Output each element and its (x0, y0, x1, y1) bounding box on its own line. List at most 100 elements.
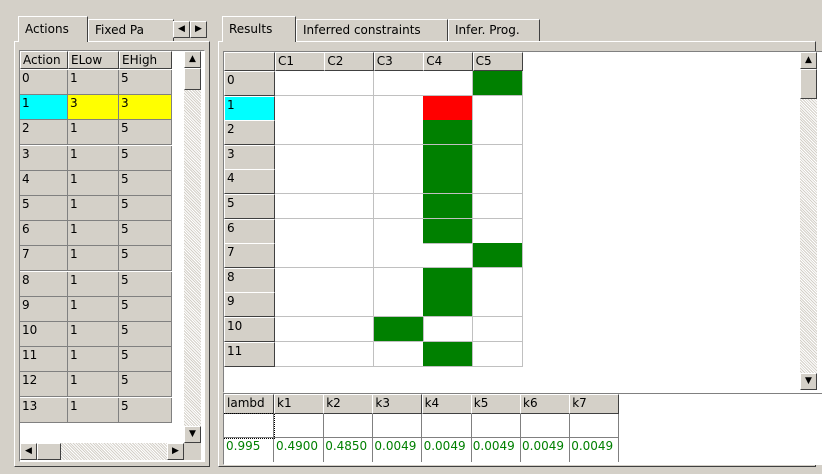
actions-row-5-cell-1[interactable]: 1 (68, 196, 119, 221)
results-cell-r6-c2[interactable] (324, 218, 375, 244)
results-cell-r11-c2[interactable] (324, 341, 375, 367)
results-scroll-thumb[interactable] (800, 69, 817, 99)
results-cell-r8-c1[interactable] (275, 267, 325, 293)
results-cell-r1-c1[interactable] (275, 95, 325, 121)
column-header-elow[interactable]: ELow (68, 51, 119, 69)
param-input-k4[interactable] (421, 414, 472, 438)
tab-scroll-right-button[interactable]: ▶ (190, 21, 207, 38)
param-input-lambd[interactable] (224, 413, 275, 439)
actions-row-13-cell-0[interactable]: 13 (20, 397, 68, 423)
results-row-header-6[interactable]: 6 (224, 218, 275, 244)
actions-row-13-cell-2[interactable]: 5 (119, 397, 172, 423)
results-mark-r0-c5-green[interactable] (472, 71, 523, 96)
results-cell-r5-c1[interactable] (275, 194, 325, 219)
results-cell-r9-c2[interactable] (324, 292, 375, 318)
results-cell-r2-c1[interactable] (275, 120, 325, 146)
actions-row-2-cell-0[interactable]: 2 (20, 120, 68, 146)
actions-row-6-cell-2[interactable]: 5 (119, 221, 172, 247)
results-row-header-11[interactable]: 11 (224, 341, 275, 367)
actions-scroll-thumb[interactable] (184, 68, 201, 90)
actions-row-0-cell-2[interactable]: 5 (119, 70, 172, 95)
param-header-k2[interactable]: k2 (323, 394, 374, 414)
results-cell-r6-c1[interactable] (275, 218, 325, 244)
actions-row-1-cell-2[interactable]: 3 (119, 95, 172, 121)
actions-row-9-cell-2[interactable]: 5 (119, 296, 172, 322)
param-input-k7[interactable] (569, 414, 620, 438)
results-cell-r9-c1[interactable] (275, 292, 325, 318)
actions-row-11-cell-1[interactable]: 1 (68, 347, 119, 373)
actions-row-9-cell-0[interactable]: 9 (20, 296, 68, 322)
tab-fixed-parameters[interactable]: Fixed Pa (88, 19, 174, 41)
param-header-k7[interactable]: k7 (569, 394, 620, 414)
actions-row-10-cell-2[interactable]: 5 (119, 322, 172, 347)
actions-row-8-cell-0[interactable]: 8 (20, 271, 68, 297)
results-cell-r2-c2[interactable] (324, 120, 375, 146)
results-row-header-5[interactable]: 5 (224, 194, 275, 219)
actions-row-1-cell-1[interactable]: 3 (68, 95, 119, 121)
results-mark-r5-c4-green[interactable] (423, 194, 474, 219)
results-cell-r9-c5[interactable] (472, 292, 523, 318)
results-mark-r8-c4-green[interactable] (423, 267, 474, 293)
results-mark-r7-c5-green[interactable] (472, 243, 523, 269)
results-mark-r10-c3-green[interactable] (373, 317, 424, 342)
actions-row-10-cell-1[interactable]: 1 (68, 322, 119, 347)
results-mark-r1-c4-red[interactable] (423, 95, 474, 121)
results-cell-r0-c4[interactable] (423, 71, 474, 96)
column-header-c3[interactable]: C3 (373, 52, 424, 71)
actions-row-4-cell-2[interactable]: 5 (119, 170, 172, 196)
results-row-header-1[interactable]: 1 (224, 95, 275, 121)
actions-row-10-cell-0[interactable]: 10 (20, 322, 68, 347)
actions-scroll-left-button[interactable]: ◀ (20, 443, 37, 460)
results-cell-r11-c1[interactable] (275, 341, 325, 367)
results-row-header-7[interactable]: 7 (224, 243, 275, 269)
results-row-header-0[interactable]: 0 (224, 71, 275, 96)
results-mark-r11-c4-green[interactable] (423, 341, 474, 367)
tab-inferred-constraints[interactable]: Inferred constraints (296, 19, 448, 41)
actions-row-4-cell-0[interactable]: 4 (20, 170, 68, 196)
param-header-k5[interactable]: k5 (470, 394, 521, 414)
results-cell-r4-c5[interactable] (472, 169, 523, 195)
actions-row-0-cell-1[interactable]: 1 (68, 70, 119, 95)
actions-row-7-cell-1[interactable]: 1 (68, 246, 119, 272)
actions-row-1-cell-0[interactable]: 1 (20, 95, 68, 121)
param-header-k4[interactable]: k4 (421, 394, 472, 414)
results-cell-r0-c2[interactable] (324, 71, 375, 96)
results-row-header-8[interactable]: 8 (224, 267, 275, 293)
actions-row-3-cell-2[interactable]: 5 (119, 145, 172, 171)
results-cell-r6-c3[interactable] (373, 218, 424, 244)
results-cell-r7-c3[interactable] (373, 243, 424, 269)
results-cell-r7-c4[interactable] (423, 243, 474, 269)
results-cell-r10-c5[interactable] (472, 317, 523, 342)
actions-row-5-cell-2[interactable]: 5 (119, 196, 172, 221)
results-mark-r9-c4-green[interactable] (423, 292, 474, 318)
results-scroll-down-button[interactable]: ▼ (800, 373, 817, 390)
results-cell-r3-c3[interactable] (373, 144, 424, 170)
actions-row-4-cell-1[interactable]: 1 (68, 170, 119, 196)
actions-row-8-cell-2[interactable]: 5 (119, 271, 172, 297)
param-input-k5[interactable] (470, 414, 521, 438)
results-cell-r10-c4[interactable] (423, 317, 474, 342)
results-mark-r2-c4-green[interactable] (423, 120, 474, 146)
actions-horizontal-scrollbar[interactable]: ◀ ▶ (20, 443, 184, 460)
param-header-k6[interactable]: k6 (520, 394, 570, 414)
results-cell-r4-c2[interactable] (324, 169, 375, 195)
actions-row-13-cell-1[interactable]: 1 (68, 397, 119, 423)
results-cell-r11-c5[interactable] (472, 341, 523, 367)
results-cell-r10-c1[interactable] (275, 317, 325, 342)
actions-row-12-cell-1[interactable]: 1 (68, 372, 119, 398)
actions-hscroll-thumb[interactable] (37, 443, 61, 460)
results-mark-r4-c4-green[interactable] (423, 169, 474, 195)
results-cell-r5-c3[interactable] (373, 194, 424, 219)
column-header-c1[interactable]: C1 (275, 52, 325, 71)
actions-row-11-cell-0[interactable]: 11 (20, 347, 68, 373)
results-scroll-up-button[interactable]: ▲ (800, 52, 817, 69)
tab-actions[interactable]: Actions (18, 16, 88, 42)
param-input-k2[interactable] (323, 414, 374, 438)
actions-row-2-cell-2[interactable]: 5 (119, 120, 172, 146)
column-header-action[interactable]: Action (20, 51, 68, 69)
param-header-k1[interactable]: k1 (274, 394, 324, 414)
results-cell-r8-c5[interactable] (472, 267, 523, 293)
results-cell-r0-c1[interactable] (275, 71, 325, 96)
actions-row-2-cell-1[interactable]: 1 (68, 120, 119, 146)
actions-row-6-cell-1[interactable]: 1 (68, 221, 119, 247)
